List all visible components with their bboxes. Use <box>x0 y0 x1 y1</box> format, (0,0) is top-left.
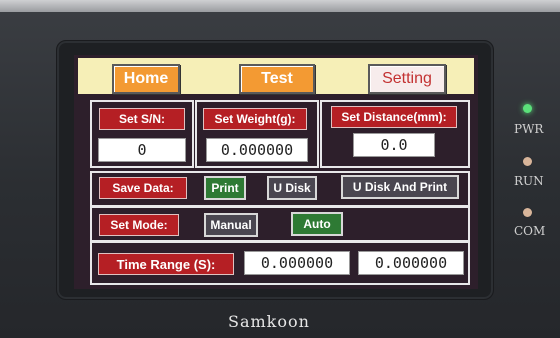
distance-input[interactable]: 0.0 <box>353 133 435 157</box>
touch-screen: Home Test Setting Set S/N: 0 Set Weight(… <box>74 55 478 289</box>
save-udisk-option[interactable]: U Disk <box>267 176 317 200</box>
mode-auto-option[interactable]: Auto <box>291 212 343 236</box>
brand-logo: Samkoon <box>228 312 310 331</box>
home-button[interactable]: Home <box>112 64 180 94</box>
time-range-to-input[interactable]: 0.000000 <box>358 251 464 275</box>
time-range-panel: Time Range (S): 0.000000 0.000000 <box>90 241 470 285</box>
mode-label: Set Mode: <box>99 214 179 236</box>
com-label: COM <box>514 224 546 238</box>
distance-label: Set Distance(mm): <box>331 106 457 128</box>
weight-input[interactable]: 0.000000 <box>206 138 308 162</box>
bezel-top-edge <box>0 0 560 12</box>
save-print-option[interactable]: Print <box>204 176 246 200</box>
save-data-label: Save Data: <box>99 177 187 199</box>
pwr-label: PWR <box>514 122 544 136</box>
nav-bar: Home Test Setting <box>78 58 474 94</box>
distance-panel: Set Distance(mm): 0.0 <box>320 100 470 168</box>
time-range-label: Time Range (S): <box>98 253 234 275</box>
sn-panel: Set S/N: 0 <box>90 100 194 168</box>
weight-label: Set Weight(g): <box>203 108 307 130</box>
com-led <box>523 208 532 217</box>
run-label: RUN <box>514 174 544 188</box>
sn-label: Set S/N: <box>99 108 185 130</box>
time-range-from-input[interactable]: 0.000000 <box>244 251 350 275</box>
run-led <box>523 157 532 166</box>
save-data-panel: Save Data: Print U Disk U Disk And Print <box>90 171 470 207</box>
weight-panel: Set Weight(g): 0.000000 <box>195 100 319 168</box>
mode-manual-option[interactable]: Manual <box>204 213 258 237</box>
test-button[interactable]: Test <box>239 64 315 94</box>
pwr-led <box>523 104 532 113</box>
mode-panel: Set Mode: Manual Auto <box>90 206 470 242</box>
sn-input[interactable]: 0 <box>98 138 186 162</box>
save-udisk-and-print-option[interactable]: U Disk And Print <box>341 175 459 199</box>
setting-button[interactable]: Setting <box>368 64 446 94</box>
